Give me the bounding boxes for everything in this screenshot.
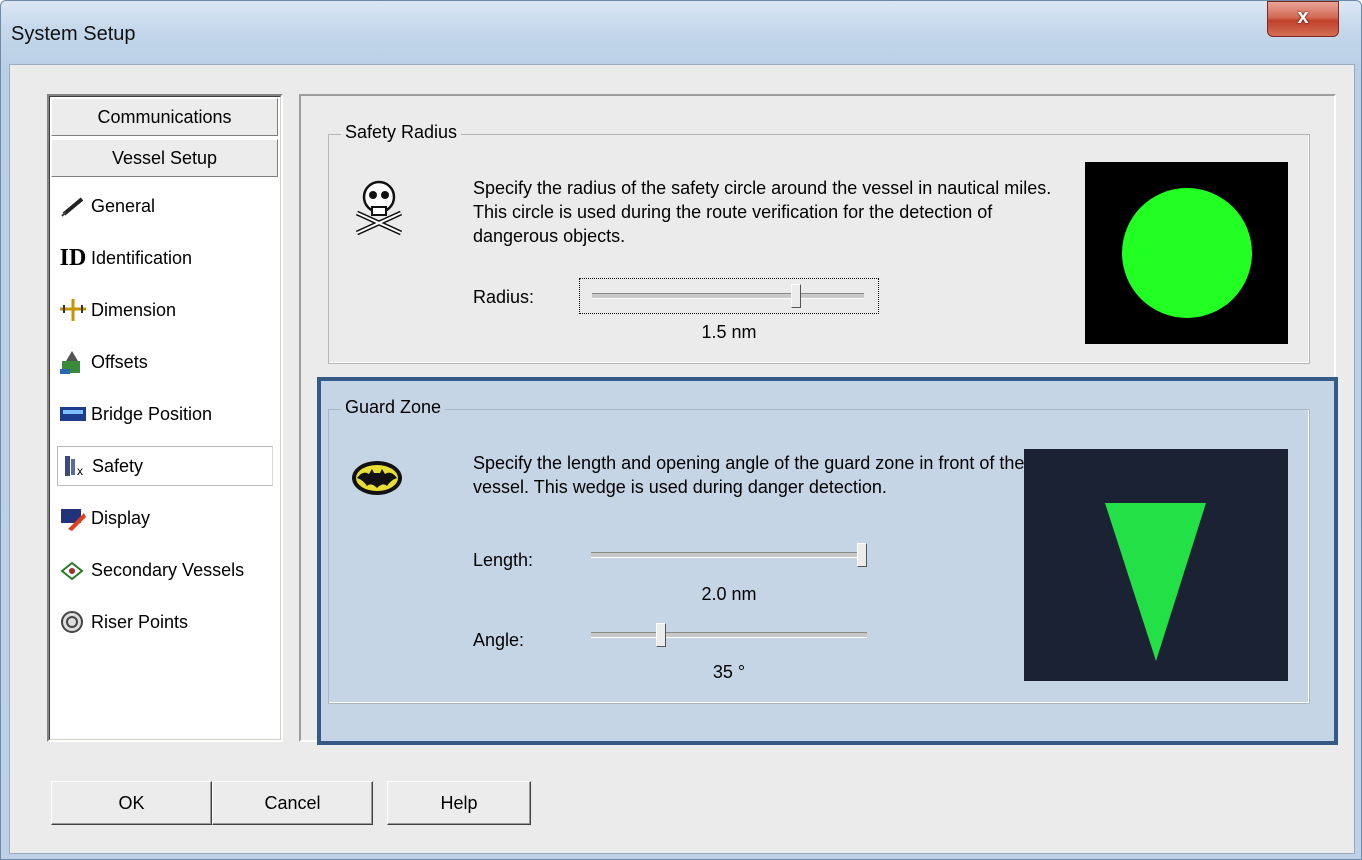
sidebar-item-bridge-position[interactable]: Bridge Position: [57, 394, 273, 434]
id-icon: ID: [59, 244, 87, 271]
skull-crossbones-icon: [353, 177, 405, 243]
category-vessel-setup[interactable]: Vessel Setup: [51, 139, 278, 177]
safety-radius-description: Specify the radius of the safety circle …: [473, 178, 1052, 246]
radius-label: Radius:: [473, 287, 535, 307]
guard-zone-group: Guard Zone Specify the length and openin…: [328, 397, 1310, 704]
offsets-icon: [57, 349, 89, 375]
safety-radius-preview: [1085, 162, 1288, 344]
window-title: System Setup: [11, 23, 136, 45]
dimension-icon: [57, 297, 89, 323]
ok-button[interactable]: OK: [51, 781, 212, 825]
safety-icon: x: [58, 453, 90, 479]
close-button[interactable]: x: [1267, 1, 1339, 37]
cancel-button[interactable]: Cancel: [212, 781, 373, 825]
angle-slider-thumb[interactable]: [656, 623, 666, 647]
sidebar-item-display[interactable]: Display: [57, 498, 273, 538]
angle-slider[interactable]: [591, 620, 871, 654]
length-label: Length:: [473, 550, 534, 570]
safety-radius-group: Safety Radius Specify the radius of the …: [328, 122, 1310, 364]
sidebar-item-identification[interactable]: ID Identification: [57, 238, 273, 278]
radius-value: 1.5 nm: [701, 322, 757, 342]
sidebar-item-label: Offsets: [91, 351, 148, 372]
guard-zone-title: Guard Zone: [341, 397, 446, 418]
safety-radius-title: Safety Radius: [341, 122, 462, 143]
safety-circle: [1122, 188, 1252, 318]
radius-slider-thumb[interactable]: [791, 284, 801, 308]
radius-slider-track: [592, 293, 864, 299]
length-slider[interactable]: [591, 540, 871, 574]
sidebar-item-label: Secondary Vessels: [91, 559, 245, 580]
sidebar-item-label: Safety: [92, 455, 144, 476]
bridge-icon: [57, 401, 89, 427]
sidebar-item-general[interactable]: General: [57, 186, 273, 226]
sidebar-item-label: Riser Points: [91, 611, 189, 632]
sidebar-item-riser-points[interactable]: Riser Points: [57, 602, 273, 642]
length-value: 2.0 nm: [701, 584, 757, 604]
sidebar-item-safety[interactable]: x Safety: [57, 446, 273, 486]
guard-zone-wedge: [1105, 503, 1206, 661]
sidebar-item-label: Display: [91, 507, 151, 528]
display-icon: [57, 505, 89, 531]
sidebar-item-dimension[interactable]: Dimension: [57, 290, 273, 330]
category-communications[interactable]: Communications: [51, 98, 278, 136]
sidebar-item-label: Dimension: [91, 299, 177, 320]
sidebar-item-label: Bridge Position: [91, 403, 213, 424]
sidebar-item-label: General: [91, 195, 156, 216]
guard-zone-preview: [1024, 449, 1288, 681]
angle-value: 35 °: [712, 662, 746, 682]
vessels-icon: [57, 557, 89, 583]
sidebar-item-offsets[interactable]: Offsets: [57, 342, 273, 382]
angle-slider-track: [591, 632, 867, 638]
help-button[interactable]: Help: [387, 781, 531, 825]
length-slider-thumb[interactable]: [857, 543, 867, 567]
sidebar-item-secondary-vessels[interactable]: Secondary Vessels: [57, 550, 273, 590]
angle-label: Angle:: [473, 630, 525, 650]
close-icon: x: [1297, 6, 1309, 28]
riser-icon: [57, 609, 89, 635]
sidebar: Communications Vessel Setup General ID I…: [47, 94, 283, 742]
pen-icon: [57, 193, 89, 219]
radius-slider[interactable]: [579, 278, 879, 314]
sidebar-item-label: Identification: [91, 247, 193, 268]
svg-text:x: x: [77, 464, 83, 478]
guard-zone-description: Specify the length and opening angle of …: [473, 453, 1025, 497]
batman-icon: [351, 460, 403, 502]
length-slider-track: [591, 552, 867, 558]
title-bar[interactable]: System Setup x: [1, 1, 1361, 65]
